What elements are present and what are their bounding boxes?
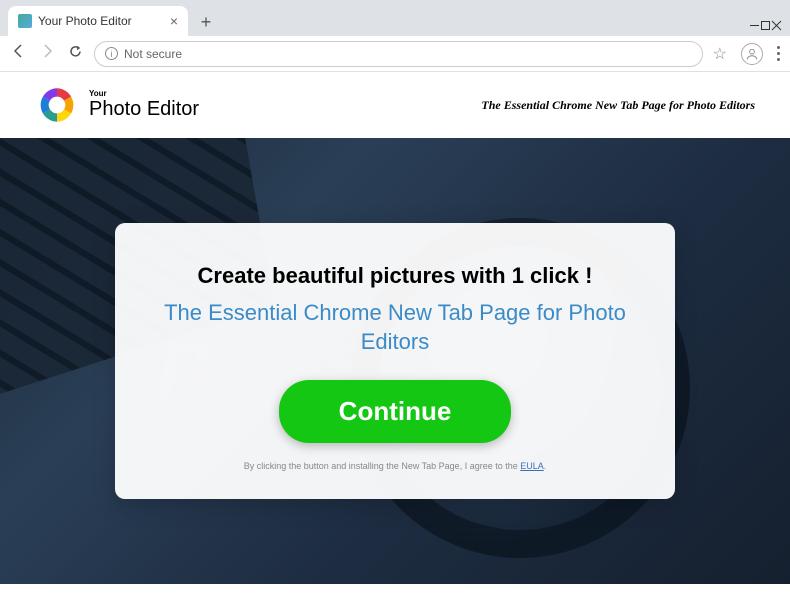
bookmark-star-icon[interactable]: ☆ (713, 44, 727, 64)
browser-tab-strip: Your Photo Editor × + (0, 0, 790, 36)
tab-favicon (18, 14, 32, 28)
forward-button (38, 43, 56, 64)
card-subtitle: The Essential Chrome New Tab Page for Ph… (160, 299, 630, 356)
reload-button[interactable] (66, 44, 84, 64)
page-content: Your Photo Editor The Essential Chrome N… (0, 72, 790, 584)
window-close-button[interactable] (771, 18, 782, 36)
hero-section: pcrisk.com Create beautiful pictures wit… (0, 138, 790, 584)
back-button[interactable] (10, 43, 28, 64)
window-minimize-button[interactable] (749, 18, 760, 36)
info-icon[interactable]: i (105, 47, 118, 60)
tab-title: Your Photo Editor (38, 14, 132, 28)
profile-button[interactable] (741, 43, 763, 65)
window-maximize-button[interactable] (760, 18, 771, 36)
security-label: Not secure (124, 47, 182, 61)
disclaimer-text: By clicking the button and installing th… (160, 461, 630, 471)
logo-icon (35, 83, 79, 127)
header-tagline: The Essential Chrome New Tab Page for Ph… (481, 98, 755, 113)
logo: Your Photo Editor (35, 83, 199, 127)
address-bar[interactable]: i Not secure (94, 41, 703, 67)
browser-toolbar: i Not secure ☆ (0, 36, 790, 72)
card-title: Create beautiful pictures with 1 click ! (160, 263, 630, 289)
logo-text-big: Photo Editor (89, 98, 199, 121)
continue-button[interactable]: Continue (279, 380, 512, 443)
new-tab-button[interactable]: + (192, 8, 220, 36)
promo-card: Create beautiful pictures with 1 click !… (115, 223, 675, 499)
site-header: Your Photo Editor The Essential Chrome N… (0, 72, 790, 138)
eula-link[interactable]: EULA (520, 461, 544, 471)
close-tab-icon[interactable]: × (170, 13, 178, 29)
logo-text-small: Your (89, 89, 199, 98)
browser-tab[interactable]: Your Photo Editor × (8, 6, 188, 36)
browser-menu-button[interactable] (777, 46, 780, 61)
